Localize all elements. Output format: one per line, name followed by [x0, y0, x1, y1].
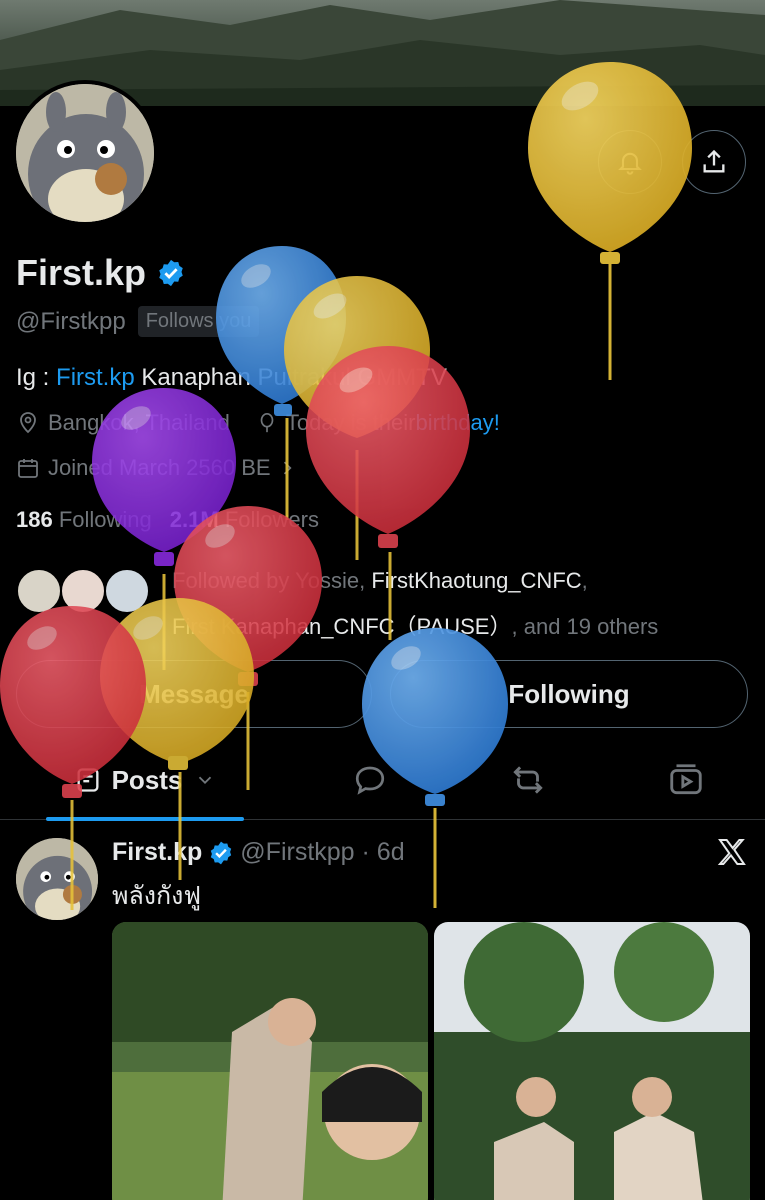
profile-name-row: First.kp	[16, 252, 186, 294]
followers-count: 2.1M	[169, 507, 219, 532]
bio-link[interactable]: First.kp	[56, 364, 135, 391]
verified-badge-icon	[211, 841, 232, 864]
display-name: First.kp	[16, 252, 147, 293]
chevron-right-icon	[283, 461, 292, 475]
followers-stat-label: Followers	[224, 507, 319, 532]
post-author-name[interactable]: First.kp	[112, 838, 202, 867]
followed-by-separator: ,	[581, 568, 588, 593]
message-button[interactable]: Message	[16, 660, 372, 728]
post-avatar[interactable]	[16, 838, 98, 920]
profile-bio: Ig : First.kp Kanaphan Puitrakul GMMTV	[16, 364, 447, 392]
followed-by-avatars[interactable]	[16, 568, 166, 614]
joined-text: Joined March 2560 BE	[48, 455, 271, 480]
notification-bell-button[interactable]	[598, 130, 662, 194]
birthday: Today is their birthday!	[256, 410, 500, 436]
followed-by-prefix: Followed by Yossie,	[172, 568, 372, 593]
active-tab-indicator	[46, 817, 244, 821]
avatar	[60, 568, 106, 614]
tab-media[interactable]	[646, 740, 726, 820]
post-text: พลังกังฟู	[112, 882, 202, 910]
following-button[interactable]: Following	[390, 660, 748, 728]
follows-you-badge: Follows you	[137, 306, 260, 337]
following-stat[interactable]: 186 Following	[16, 507, 152, 532]
profile-tabs: Posts	[0, 740, 765, 821]
follow-stats: 186 Following 2.1M Followers	[16, 507, 319, 533]
bio-rest: Kanaphan Puitrakul GMMTV	[134, 364, 447, 391]
tab-posts[interactable]: Posts	[46, 740, 244, 821]
birthday-prefix: Today is their	[285, 410, 416, 435]
share-button[interactable]	[682, 130, 746, 194]
following-stat-label: Following	[58, 507, 152, 532]
post-photo[interactable]	[112, 922, 428, 1200]
video-icon	[670, 764, 702, 795]
balloon-icon	[528, 62, 692, 380]
tab-replies[interactable]	[330, 740, 410, 820]
followed-by-user: First Kanaphan_CNFC（PAUSE）	[172, 614, 512, 639]
verified-badge-icon	[159, 259, 183, 287]
tab-reposts[interactable]	[488, 740, 568, 820]
repost-icon	[513, 766, 543, 794]
profile-avatar[interactable]	[12, 80, 158, 226]
joined[interactable]: Joined March 2560 BE	[16, 455, 305, 481]
bio-prefix: Ig :	[16, 364, 57, 391]
calendar-icon	[18, 459, 38, 478]
avatar	[104, 568, 150, 614]
post-photo[interactable]	[434, 922, 750, 1200]
avatar	[16, 568, 62, 614]
location-icon	[20, 412, 36, 434]
followers-stat[interactable]: 2.1M Followers	[170, 507, 319, 532]
share-icon	[703, 149, 725, 173]
posts-icon	[77, 768, 99, 792]
joined-row: Joined March 2560 BE	[16, 455, 331, 481]
location: Bangkok, Thailand	[16, 410, 230, 436]
tab-posts-label: Posts	[111, 764, 183, 795]
following-count: 186	[16, 507, 53, 532]
birthday-link[interactable]: birthday!	[415, 410, 499, 436]
location-birthday-row: Bangkok, Thailand Today is their birthda…	[16, 410, 526, 436]
followed-by-text[interactable]: Followed by Yossie, FirstKhaotung_CNFC, F…	[172, 558, 752, 650]
handle-row: @Firstkpp Follows you	[16, 306, 260, 337]
post-header: First.kp @Firstkpp · 6d	[112, 838, 405, 867]
location-text: Bangkok, Thailand	[48, 410, 230, 435]
followed-by-user: FirstKhaotung_CNFC	[371, 568, 582, 593]
followed-by-suffix: , and 19 others	[511, 614, 659, 639]
reply-icon	[355, 766, 385, 795]
balloon-icon	[260, 413, 274, 433]
bell-icon	[618, 152, 642, 175]
post-handle-time: @Firstkpp · 6d	[240, 838, 405, 866]
profile-handle: @Firstkpp	[16, 307, 126, 335]
x-logo-icon[interactable]	[716, 836, 748, 868]
chevron-down-icon	[199, 776, 212, 785]
